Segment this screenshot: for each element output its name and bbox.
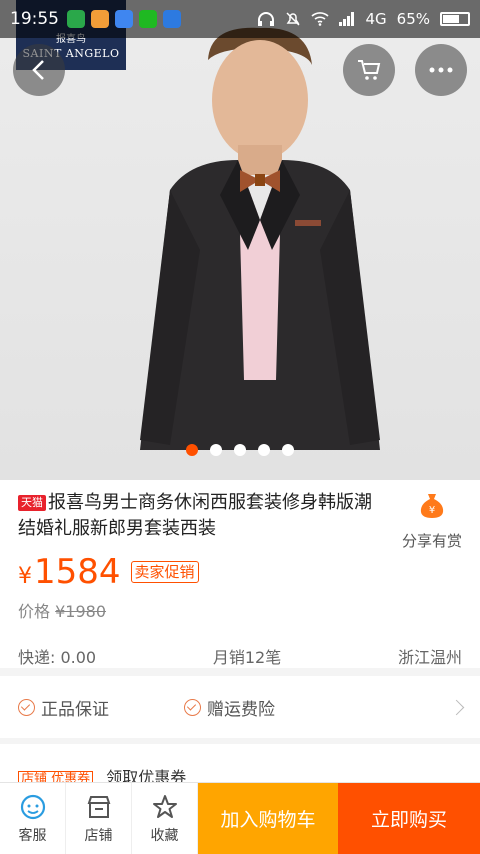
notification-icons [67,10,181,28]
monthly-sales: 月销12笔 [212,648,282,667]
guarantee-label: 赠运费险 [207,699,275,720]
screenshot-icon [163,10,181,28]
price-row: ¥1584 卖家促销 [18,552,199,592]
carousel-dot[interactable] [258,444,270,456]
shipping-fee: 快递: 0.00 [18,648,97,667]
signal-icon [339,12,355,26]
app-notification-icon [115,10,133,28]
favorite-button[interactable]: 收藏 [132,783,198,854]
more-dots-icon [429,67,453,73]
app-notification-icon [67,10,85,28]
add-to-cart-button[interactable]: 加入购物车 [198,783,338,854]
carousel-dot[interactable] [210,444,222,456]
chevron-left-icon [32,60,44,80]
store-icon [87,795,110,818]
shop-label: 店铺 [84,827,113,844]
money-bag-icon: ¥ [420,494,444,518]
battery-icon [440,12,470,26]
buy-now-button[interactable]: 立即购买 [338,783,480,854]
carousel-dots [0,444,480,456]
back-button[interactable] [13,44,65,96]
buy-now-label: 立即购买 [370,809,447,831]
meta-row: 快递: 0.00 月销12笔 浙江温州 [18,644,462,668]
guarantee-label: 正品保证 [41,699,109,720]
tmall-badge: 天猫 [18,495,46,511]
price-value: 1584 [34,552,121,592]
share-label: 分享有赏 [401,532,462,550]
chevron-right-icon [448,699,465,715]
cart-button[interactable] [343,44,395,96]
product-title: 天猫 报喜鸟男士商务休闲西服套装修身韩版潮结婚礼服新郎男套装西装 [18,490,373,542]
shop-button[interactable]: 店铺 [66,783,132,854]
check-circle-icon [184,698,201,716]
carousel-dot[interactable] [282,444,294,456]
app-notification-icon [91,10,109,28]
wifi-icon [311,12,330,26]
check-circle-icon [18,698,35,716]
favorite-label: 收藏 [150,827,179,844]
chat-face-icon [20,794,45,819]
guarantee-row[interactable]: 正品保证 赠运费险 [0,676,480,738]
guarantee-item: 正品保证 [18,695,184,720]
headphones-icon [258,12,275,26]
current-price: ¥1584 [18,552,121,592]
product-info: 天猫 报喜鸟男士商务休闲西服套装修身韩版潮结婚礼服新郎男套装西装 ¥ 分享有赏 ¥… [0,480,480,668]
product-image-carousel[interactable]: 报喜鸟 SAINT ANGELO [0,0,480,480]
battery-percent: 65% [396,10,430,28]
wechat-icon [139,10,157,28]
customer-service-label: 客服 [18,827,47,844]
customer-service-button[interactable]: 客服 [0,783,66,854]
carousel-dot[interactable] [234,444,246,456]
promo-tag: 卖家促销 [130,561,199,583]
ship-location: 浙江温州 [397,648,462,667]
product-title-text: 报喜鸟男士商务休闲西服套装修身韩版潮结婚礼服新郎男套装西装 [18,492,372,539]
currency-symbol: ¥ [18,564,32,589]
original-price-value: ¥1980 [55,602,107,621]
star-icon [152,794,177,818]
status-time: 19:55 [10,9,59,29]
add-to-cart-label: 加入购物车 [220,809,316,831]
bottom-action-bar: 客服 店铺 收藏 加入购物车 立即购买 [0,782,480,854]
svg-text:¥: ¥ [429,505,435,516]
network-type: 4G [365,10,387,28]
mute-bell-icon [286,12,301,26]
status-bar: 19:55 4G 65% [0,0,480,38]
original-price-label: 价格 [18,602,51,621]
original-price: 价格 ¥1980 [18,598,106,622]
shopping-cart-icon [358,60,381,80]
more-button[interactable] [415,44,467,96]
share-button[interactable]: ¥ 分享有赏 [392,490,472,551]
guarantee-item: 赠运费险 [184,695,350,720]
carousel-dot[interactable] [186,444,198,456]
